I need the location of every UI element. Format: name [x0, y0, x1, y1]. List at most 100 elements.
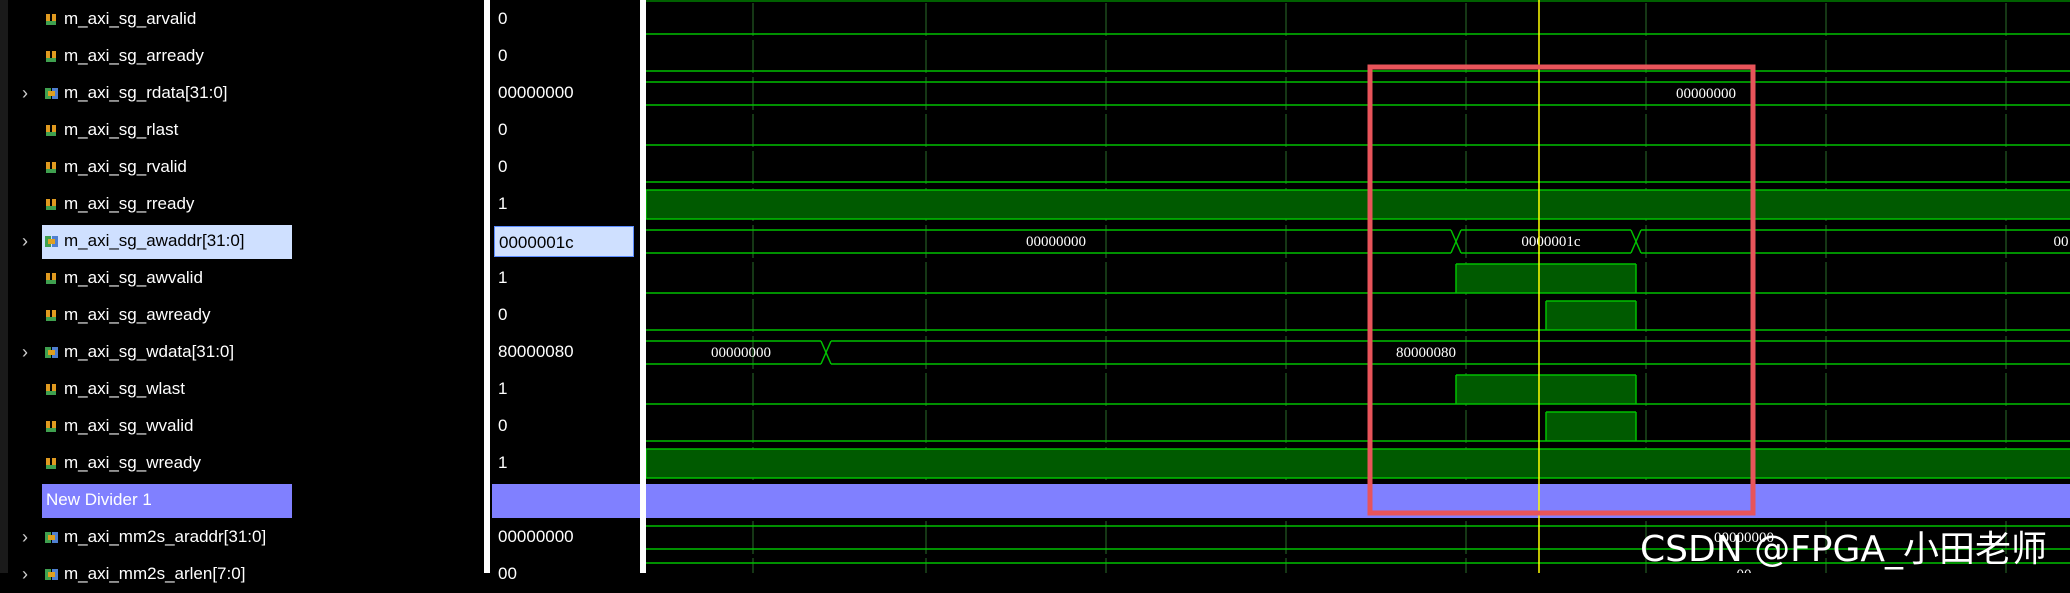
signal-value-text: 1: [498, 268, 508, 287]
signal-name-label: m_axi_sg_arready: [64, 46, 204, 65]
bit-signal-icon: [46, 273, 56, 284]
high-level-fill: [646, 449, 2070, 478]
signal-row[interactable]: m_axi_sg_rready: [0, 186, 484, 223]
bus-value-label: 00000000: [1676, 86, 1736, 102]
bit-waveform: [646, 263, 2070, 294]
expand-chevron-icon[interactable]: ›: [22, 565, 36, 583]
signal-value-cell[interactable]: 00000000: [490, 75, 640, 112]
signal-name-label: m_axi_sg_wready: [64, 453, 202, 472]
signal-name-label: m_axi_sg_awready: [64, 305, 211, 324]
signal-value-cell[interactable]: 0000001c: [490, 223, 640, 260]
signal-value-text: 0: [498, 157, 508, 176]
signal-row[interactable]: m_axi_sg_wvalid: [0, 408, 484, 445]
signal-value-cell[interactable]: [490, 482, 640, 519]
signal-value-cell[interactable]: 80000080: [490, 334, 640, 371]
signal-name-label: m_axi_sg_awvalid: [64, 268, 203, 287]
high-level-fill: [1456, 264, 1636, 293]
signal-value-cell[interactable]: 0: [490, 149, 640, 186]
bit-signal-icon: [46, 199, 56, 210]
bit-waveform: [646, 374, 2070, 405]
signal-row[interactable]: › m_axi_mm2s_arlen[7:0]: [0, 556, 484, 593]
bus-value-label: 80000080: [1396, 345, 1456, 361]
signal-value-cell[interactable]: 1: [490, 260, 640, 297]
bit-waveform: [646, 411, 2070, 442]
signal-value-text: 1: [498, 194, 508, 213]
waveform-panel[interactable]: 00000000 00000000 0000001c 00 00000000 800000…: [645, 0, 2070, 591]
signal-name-label: m_axi_sg_rdata[31:0]: [64, 83, 228, 102]
divider-value-fill: [492, 484, 640, 518]
signal-value-text: 00: [498, 564, 517, 583]
bit-signal-icon: [46, 14, 56, 25]
bus-signal-icon: [45, 532, 58, 543]
high-level-fill: [1546, 412, 1636, 441]
signal-value-cell[interactable]: 0: [490, 1, 640, 38]
signal-name-label: m_axi_sg_wdata[31:0]: [64, 342, 235, 361]
expand-chevron-icon[interactable]: ›: [22, 343, 36, 361]
signal-row[interactable]: m_axi_sg_awvalid: [0, 260, 484, 297]
divider-band: [646, 484, 2070, 518]
signal-row[interactable]: › m_axi_sg_wdata[31:0]: [0, 334, 484, 371]
signal-name-label: New Divider 1: [46, 490, 152, 509]
expand-chevron-icon[interactable]: ›: [22, 232, 36, 250]
signal-row[interactable]: m_axi_sg_awready: [0, 297, 484, 334]
bus-value-label: 0000001c: [1521, 234, 1581, 250]
high-level-fill: [1456, 375, 1636, 404]
signal-value-text: 1: [498, 453, 508, 472]
waveform-canvas[interactable]: 0000000000000000 0000001c 0000000000 800000…: [645, 0, 2070, 591]
signal-row[interactable]: m_axi_sg_wlast: [0, 371, 484, 408]
signal-row[interactable]: › m_axi_mm2s_araddr[31:0]: [0, 519, 484, 556]
signal-value-cell[interactable]: 0: [490, 297, 640, 334]
watermark-text: CSDN @FPGA_小田老师: [1640, 529, 2048, 570]
signal-value-panel: 0 0 00000000 0 0 1 0000001c 1 0 80000080 1 0 1 000000…: [490, 0, 646, 583]
bit-waveform: [645, 189, 2070, 220]
signal-name-panel: m_axi_sg_arvalid m_axi_sg_arready › m_axi_s…: [0, 0, 490, 583]
signal-name-label: m_axi_sg_rvalid: [64, 157, 187, 176]
signal-row[interactable]: m_axi_sg_arready: [0, 38, 484, 75]
signal-row[interactable]: m_axi_sg_rvalid: [0, 149, 484, 186]
bit-waveform: [645, 448, 2070, 479]
signal-name-label: m_axi_sg_rready: [64, 194, 195, 213]
signal-value-text: 80000080: [498, 342, 574, 361]
expand-chevron-icon[interactable]: ›: [22, 528, 36, 546]
signal-row[interactable]: m_axi_sg_arvalid: [0, 1, 484, 38]
signal-value-cell[interactable]: 1: [490, 371, 640, 408]
signal-name-label: m_axi_sg_rlast: [64, 120, 179, 139]
signal-value-cell[interactable]: 0: [490, 38, 640, 75]
signal-value-text: 1: [498, 379, 508, 398]
expand-chevron-icon[interactable]: ›: [22, 84, 36, 102]
signal-value-cell[interactable]: 1: [490, 186, 640, 223]
bit-signal-icon: [46, 458, 56, 469]
divider-row[interactable]: New Divider 1: [0, 482, 484, 519]
high-level-fill: [646, 190, 2070, 219]
signal-value-cell[interactable]: 00000000: [490, 519, 640, 556]
signal-row[interactable]: m_axi_sg_rlast: [0, 112, 484, 149]
signal-value-cell[interactable]: 0: [490, 112, 640, 149]
signal-value-text: 0: [498, 305, 508, 324]
bus-signal-icon: [45, 347, 58, 358]
bus-signal-icon: [45, 569, 58, 580]
bus-value-label: 00000000: [711, 345, 771, 361]
signal-value-text: 0: [498, 120, 508, 139]
bit-signal-icon: [46, 310, 56, 321]
bus-signal-icon: [45, 88, 58, 99]
signal-value-cell[interactable]: 0: [490, 408, 640, 445]
signal-value-text: 0: [498, 46, 508, 65]
bit-signal-icon: [46, 51, 56, 62]
signal-name-label: m_axi_sg_awaddr[31:0]: [64, 231, 245, 250]
signal-row[interactable]: m_axi_sg_wready: [0, 445, 484, 482]
signal-row[interactable]: › m_axi_sg_rdata[31:0]: [0, 75, 484, 112]
high-level-fill: [1546, 301, 1636, 330]
signal-value-text: 00000000: [498, 527, 574, 546]
bus-value-label: 00: [2054, 234, 2069, 250]
signal-value-text: 00000000: [498, 83, 574, 102]
signal-name-label: m_axi_sg_wvalid: [64, 416, 194, 435]
signal-name-label: m_axi_sg_arvalid: [64, 9, 197, 28]
signal-value-cell[interactable]: 00: [490, 556, 640, 593]
bit-waveform: [646, 300, 2070, 331]
signal-row[interactable]: › m_axi_sg_awaddr[31:0]: [0, 223, 484, 260]
bit-signal-icon: [46, 125, 56, 136]
signal-value-cell[interactable]: 1: [490, 445, 640, 482]
bit-signal-icon: [46, 162, 56, 173]
signal-name-label: m_axi_mm2s_arlen[7:0]: [64, 564, 246, 583]
bit-signal-icon: [46, 384, 56, 395]
